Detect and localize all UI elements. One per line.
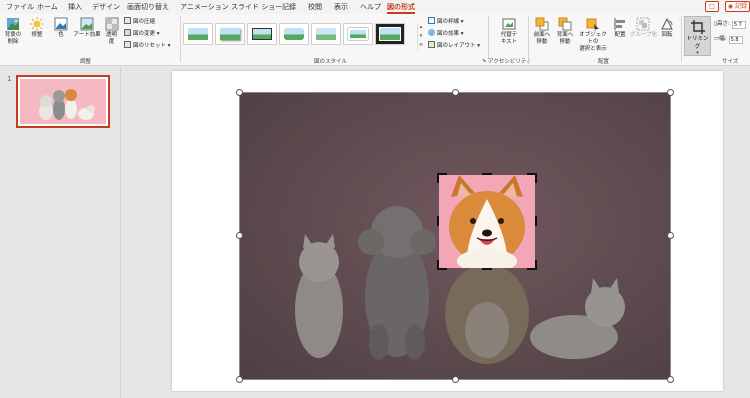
resize-handle-right[interactable] bbox=[667, 232, 674, 239]
group-icon bbox=[636, 16, 650, 31]
record-button[interactable]: ◉ 記録 bbox=[725, 1, 750, 12]
reset-picture-icon bbox=[124, 41, 131, 48]
group-separator bbox=[528, 16, 529, 62]
chevron-down-icon: ▾ bbox=[475, 43, 481, 49]
resize-handle-bl[interactable] bbox=[236, 376, 243, 383]
align-button[interactable]: 配置 bbox=[610, 16, 630, 39]
transparency-icon bbox=[105, 16, 119, 31]
ribbon-tab-bar: ファイル ホーム 挿入 デザイン 画面切り替え アニメーション スライド ショー… bbox=[0, 0, 750, 14]
change-picture-icon bbox=[124, 29, 131, 36]
chevron-down-icon: ▾ bbox=[166, 43, 171, 49]
artistic-effects-button[interactable]: アート効果 bbox=[72, 16, 102, 39]
align-icon bbox=[613, 16, 627, 30]
corrections-button[interactable]: 修整 bbox=[27, 16, 47, 39]
picture-style-5[interactable] bbox=[311, 23, 341, 45]
compress-pictures-button[interactable]: 図の圧縮 bbox=[124, 17, 155, 26]
compress-icon bbox=[124, 17, 131, 24]
group-separator bbox=[488, 16, 489, 62]
comment-button[interactable]: □ bbox=[705, 1, 719, 12]
tab-slideshow[interactable]: スライド ショー bbox=[231, 1, 282, 13]
selection-pane-icon bbox=[586, 16, 600, 31]
tab-picture-format[interactable]: 図の形式 bbox=[387, 1, 415, 14]
tab-record[interactable]: 記録 bbox=[282, 1, 296, 13]
chevron-down-icon: ▾ bbox=[459, 31, 464, 37]
bring-forward-button[interactable]: 前面へ 移動 bbox=[531, 16, 553, 46]
reset-picture-button[interactable]: 図のリセット ▾ bbox=[124, 41, 171, 50]
artistic-effects-icon bbox=[80, 16, 94, 31]
tab-file[interactable]: ファイル bbox=[6, 1, 34, 13]
rotate-icon bbox=[660, 16, 674, 30]
picture-style-2[interactable] bbox=[215, 23, 245, 45]
tab-animations[interactable]: アニメーション bbox=[180, 1, 229, 13]
picture-layout-icon bbox=[428, 41, 435, 48]
resize-handle-top[interactable] bbox=[452, 89, 459, 96]
tab-review[interactable]: 校閲 bbox=[308, 1, 322, 13]
width-input[interactable]: 5.8 bbox=[728, 36, 743, 44]
transparency-button[interactable]: 透明 度 bbox=[103, 16, 120, 46]
picture-style-3[interactable] bbox=[247, 23, 277, 45]
dialog-launcher-icon[interactable]: ⬊ bbox=[482, 58, 486, 64]
tab-transitions[interactable]: 画面切り替え bbox=[127, 1, 169, 13]
bring-forward-icon bbox=[535, 16, 549, 31]
color-button[interactable]: 色 bbox=[51, 16, 71, 39]
tab-insert[interactable]: 挿入 bbox=[68, 1, 82, 13]
group-label-adjust: 調整 bbox=[80, 59, 92, 65]
group-label-arrange: 配置 bbox=[598, 59, 610, 65]
crop-icon bbox=[690, 19, 705, 34]
picture-style-6[interactable] bbox=[343, 23, 373, 45]
tab-view[interactable]: 表示 bbox=[334, 1, 348, 13]
picture-border-icon bbox=[428, 17, 435, 24]
selection-pane-button[interactable]: オブジェクトの 選択と表示 bbox=[577, 16, 609, 53]
thumbnail-preview bbox=[20, 79, 106, 124]
chevron-down-icon: ▾ bbox=[155, 31, 160, 37]
ribbon: 背景の 削除 修整 色 アート効果 透明 度 図の圧縮 図の変更 ▾ 図のリセッ… bbox=[0, 14, 750, 66]
width-field[interactable]: ▭幅: 5.8 bbox=[714, 35, 743, 44]
resize-handle-tr[interactable] bbox=[667, 89, 674, 96]
send-backward-icon bbox=[558, 16, 572, 31]
color-picture-icon bbox=[54, 16, 68, 31]
tab-help[interactable]: ヘルプ bbox=[360, 1, 381, 13]
resize-handle-bottom[interactable] bbox=[452, 376, 459, 383]
chevron-down-icon: ▾ bbox=[459, 19, 464, 25]
resize-handle-left[interactable] bbox=[236, 232, 243, 239]
alt-text-icon bbox=[502, 16, 516, 30]
picture-style-7[interactable] bbox=[375, 23, 405, 45]
remove-background-icon bbox=[6, 16, 20, 30]
picture-effects-icon bbox=[428, 29, 435, 36]
slide-thumbnail-1[interactable] bbox=[16, 75, 110, 128]
height-field[interactable]: ▯高さ: 5.7 bbox=[714, 20, 746, 29]
group-separator bbox=[681, 16, 682, 62]
send-backward-button[interactable]: 背面へ 移動 bbox=[554, 16, 576, 46]
remove-background-button[interactable]: 背景の 削除 bbox=[2, 16, 24, 46]
chevron-down-icon: ▾ bbox=[696, 50, 699, 56]
group-label-picture-styles: 図のスタイル bbox=[314, 59, 348, 65]
picture-selection-outline bbox=[239, 92, 671, 380]
rotate-button[interactable]: 回転 bbox=[657, 16, 677, 39]
picture-style-1[interactable] bbox=[183, 23, 213, 45]
group-label-size: サイズ bbox=[722, 59, 739, 65]
group-button[interactable]: グループ化 bbox=[630, 16, 657, 39]
picture-border-button[interactable]: 図の枠線 ▾ bbox=[428, 17, 464, 26]
tab-home[interactable]: ホーム bbox=[37, 1, 58, 13]
picture-layout-button[interactable]: 図のレイアウト ▾ bbox=[428, 41, 480, 50]
height-input[interactable]: 5.7 bbox=[731, 21, 746, 29]
crop-button[interactable]: トリミング ▾ bbox=[684, 16, 711, 56]
picture-style-4[interactable] bbox=[279, 23, 309, 45]
alt-text-button[interactable]: 代替テ キスト bbox=[494, 16, 524, 46]
slide-number: 1 bbox=[7, 75, 12, 83]
gallery-scroll-arrows[interactable]: ▴ ▾ ≡ bbox=[417, 23, 424, 51]
resize-handle-br[interactable] bbox=[667, 376, 674, 383]
group-separator bbox=[180, 16, 181, 62]
sun-icon bbox=[30, 16, 44, 31]
group-label-accessibility: アクセシビリティ bbox=[488, 59, 532, 65]
change-picture-button[interactable]: 図の変更 ▾ bbox=[124, 29, 160, 38]
tab-design[interactable]: デザイン bbox=[92, 1, 120, 13]
picture-effects-button[interactable]: 図の効果 ▾ bbox=[428, 29, 464, 38]
resize-handle-tl[interactable] bbox=[236, 89, 243, 96]
